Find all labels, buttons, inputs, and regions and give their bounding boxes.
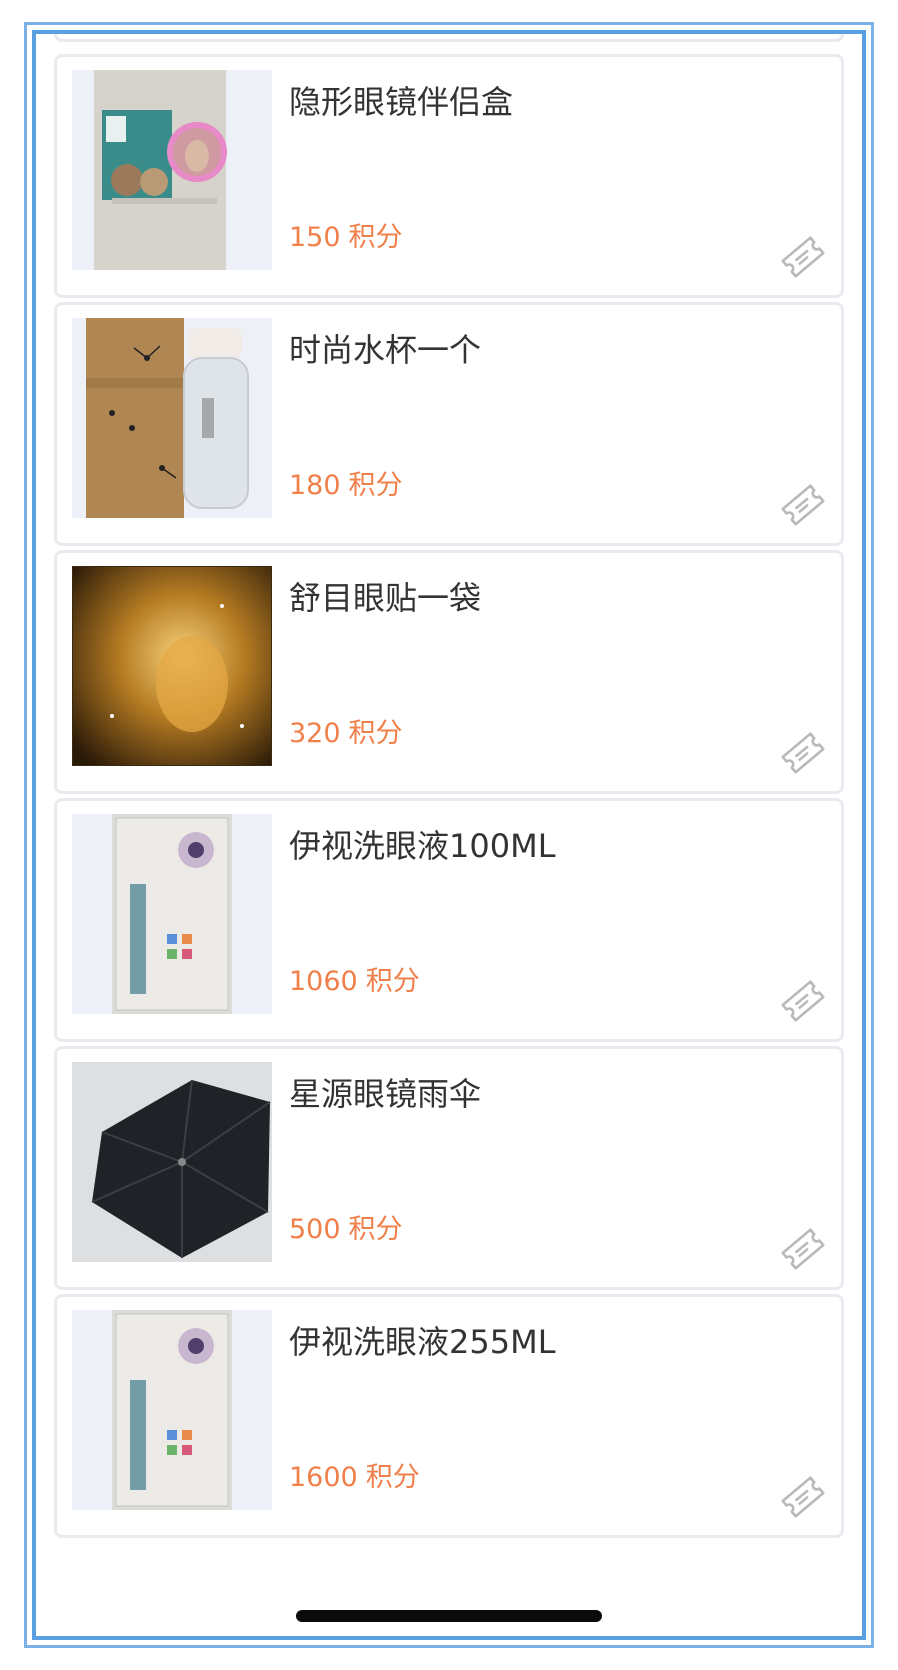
points-value: 1600 <box>289 1462 358 1493</box>
product-card[interactable]: 隐形眼镜伴侣盒 150 积分 <box>54 54 844 298</box>
points-value: 1060 <box>289 966 358 997</box>
product-title: 伊视洗眼液100ML <box>289 827 556 865</box>
product-list[interactable]: 隐形眼镜伴侣盒 150 积分 时尚水杯一个 180 积分 舒目眼贴一袋 320 … <box>32 30 866 1640</box>
points-price: 1060 积分 <box>289 959 420 998</box>
ticket-icon[interactable] <box>779 1225 827 1273</box>
product-card[interactable]: 时尚水杯一个 180 积分 <box>54 302 844 546</box>
previous-card-edge <box>54 34 844 42</box>
product-card[interactable]: 舒目眼贴一袋 320 积分 <box>54 550 844 794</box>
points-price: 500 积分 <box>289 1207 403 1246</box>
product-title: 隐形眼镜伴侣盒 <box>289 83 514 121</box>
product-card[interactable]: 星源眼镜雨伞 500 积分 <box>54 1046 844 1290</box>
product-title: 时尚水杯一个 <box>289 331 482 369</box>
ticket-icon[interactable] <box>779 1473 827 1521</box>
home-indicator[interactable] <box>296 1610 602 1622</box>
eye-wash-image <box>72 814 272 1014</box>
points-price: 180 积分 <box>289 463 403 502</box>
points-unit: 积分 <box>365 966 420 997</box>
points-value: 150 <box>289 222 341 253</box>
points-value: 500 <box>289 1214 341 1245</box>
points-unit: 积分 <box>348 1214 403 1245</box>
points-value: 180 <box>289 470 341 501</box>
eye-wash-image <box>72 1310 272 1510</box>
points-unit: 积分 <box>348 222 403 253</box>
product-card[interactable]: 伊视洗眼液255ML 1600 积分 <box>54 1294 844 1538</box>
product-card[interactable]: 伊视洗眼液100ML 1060 积分 <box>54 798 844 1042</box>
points-value: 320 <box>289 718 341 749</box>
points-price: 150 积分 <box>289 215 403 254</box>
points-unit: 积分 <box>348 718 403 749</box>
points-unit: 积分 <box>348 470 403 501</box>
ticket-icon[interactable] <box>779 481 827 529</box>
product-title: 星源眼镜雨伞 <box>289 1075 482 1113</box>
eye-patch-image <box>72 566 272 766</box>
ticket-icon[interactable] <box>779 729 827 777</box>
ticket-icon[interactable] <box>779 977 827 1025</box>
product-title: 舒目眼贴一袋 <box>289 579 482 617</box>
product-title: 伊视洗眼液255ML <box>289 1323 556 1361</box>
points-unit: 积分 <box>365 1462 420 1493</box>
water-bottle-image <box>72 318 272 518</box>
points-price: 320 积分 <box>289 711 403 750</box>
contact-lens-case-image <box>72 70 272 270</box>
umbrella-image <box>72 1062 272 1262</box>
points-price: 1600 积分 <box>289 1455 420 1494</box>
ticket-icon[interactable] <box>779 233 827 281</box>
